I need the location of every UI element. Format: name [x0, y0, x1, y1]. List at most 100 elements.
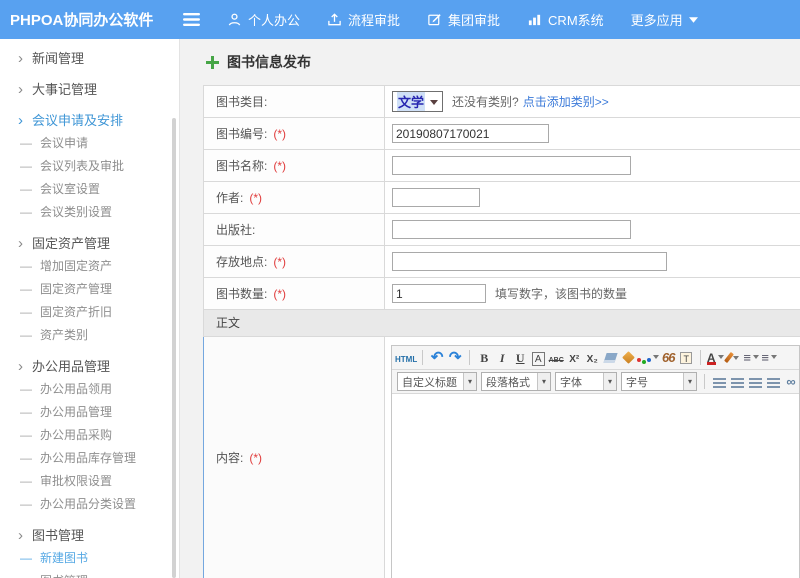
bold-icon[interactable]: B	[475, 348, 493, 368]
sidebar-sub-item[interactable]: —办公用品分类设置	[0, 493, 179, 516]
align-right-icon[interactable]	[746, 372, 764, 392]
paragraph-select[interactable]: 段落格式▾	[481, 372, 551, 391]
dash-icon: —	[20, 428, 32, 442]
flow-icon	[327, 12, 342, 27]
book-name-input[interactable]	[392, 156, 631, 175]
sidebar-item-label: 会议列表及审批	[40, 159, 124, 173]
sidebar-item-label: 大事记管理	[32, 82, 97, 97]
sidebar-sub-item[interactable]: —新建图书	[0, 547, 179, 570]
author-input[interactable]	[392, 188, 480, 207]
quantity-input[interactable]	[392, 284, 486, 303]
source-code-button[interactable]: HTML	[395, 348, 417, 368]
caret-down-icon: ▾	[683, 373, 696, 390]
body-section-header: 正文	[204, 310, 800, 337]
chart-icon	[527, 12, 542, 27]
subscript-icon[interactable]: X₂	[583, 348, 601, 368]
align-justify-icon[interactable]	[764, 372, 782, 392]
format-brush-icon[interactable]	[619, 348, 637, 368]
book-code-input[interactable]	[392, 124, 549, 143]
align-left-icon[interactable]	[710, 372, 728, 392]
font-family-select[interactable]: 字体▾	[555, 372, 617, 391]
sidebar-sub-item[interactable]: —会议列表及审批	[0, 155, 179, 178]
sidebar-sub-item[interactable]: —固定资产管理	[0, 278, 179, 301]
nav-item-personal-office[interactable]: 个人办公	[227, 10, 300, 29]
category-select[interactable]: 文学	[392, 91, 443, 112]
highlight-pen-icon[interactable]	[724, 348, 742, 368]
dash-icon: —	[20, 282, 32, 296]
publisher-input[interactable]	[392, 220, 631, 239]
sidebar-sub-item[interactable]: —增加固定资产	[0, 255, 179, 278]
sidebar-sub-item[interactable]: —图书管理	[0, 570, 179, 578]
sidebar-sub-item[interactable]: —会议类别设置	[0, 201, 179, 224]
sidebar-item-label: 办公用品管理	[40, 405, 112, 419]
sidebar-scrollbar[interactable]	[172, 118, 176, 578]
font-border-icon[interactable]: A	[529, 348, 547, 368]
sidebar: ›新闻管理›大事记管理›会议申请及安排—会议申请—会议列表及审批—会议室设置—会…	[0, 39, 180, 578]
topbar: PHPOA协同办公软件 个人办公流程审批集团审批CRM系统更多应用	[0, 0, 800, 39]
caret-down-icon: ▾	[537, 373, 550, 390]
sidebar-sub-item[interactable]: —办公用品库存管理	[0, 447, 179, 470]
sidebar-group-item[interactable]: › 固定资产管理	[0, 232, 179, 255]
superscript-icon[interactable]: X²	[565, 348, 583, 368]
sidebar-sub-item[interactable]: —办公用品管理	[0, 401, 179, 424]
editor-content-area[interactable]	[392, 394, 799, 578]
form-row-location: 存放地点:(*)	[204, 246, 800, 278]
ordered-list-icon[interactable]: ≡	[742, 348, 760, 368]
nav-item-crm-system[interactable]: CRM系统	[527, 10, 604, 29]
sidebar-group-item[interactable]: ›图书管理	[0, 524, 179, 547]
text-effect-icon[interactable]	[637, 348, 659, 368]
caret-down-icon	[771, 355, 777, 362]
required-marker: (*)	[273, 287, 286, 301]
dash-icon: —	[20, 259, 32, 273]
link-icon[interactable]	[782, 372, 799, 392]
align-center-icon[interactable]	[728, 372, 746, 392]
nav-item-more-apps[interactable]: 更多应用	[631, 10, 698, 29]
caret-down-icon	[430, 100, 438, 109]
redo-icon[interactable]: ↷	[446, 348, 464, 368]
sidebar-sub-item[interactable]: —办公用品领用	[0, 378, 179, 401]
editor-toolbar-row1: HTML↶↷BIUAABCX²X₂66TA≡≡	[392, 346, 799, 370]
sidebar-sub-item[interactable]: —资产类别	[0, 324, 179, 347]
top-nav: 个人办公 流程审批 集团审批 CRM系统 更多应用	[180, 10, 698, 29]
caret-down-icon	[718, 355, 724, 362]
sidebar-item-label: 固定资产管理	[32, 236, 110, 251]
location-input[interactable]	[392, 252, 667, 271]
eraser-icon[interactable]	[601, 348, 619, 368]
sidebar-group-item[interactable]: ›会议申请及安排	[0, 109, 179, 132]
font-color-icon[interactable]: A	[706, 348, 724, 368]
chevron-right-icon: ›	[18, 235, 23, 252]
toolbar-separator	[469, 350, 470, 365]
paste-plain-icon[interactable]: T	[677, 348, 695, 368]
sidebar-sub-item[interactable]: —办公用品采购	[0, 424, 179, 447]
font-size-select[interactable]: 字号▾	[621, 372, 697, 391]
sidebar-group-item[interactable]: ›大事记管理	[0, 78, 179, 101]
sidebar-group-item[interactable]: ›办公用品管理	[0, 355, 179, 378]
nav-item-workflow-approval[interactable]: 流程审批	[327, 10, 400, 29]
sidebar-item-label: 图书管理	[32, 528, 84, 543]
page-title-row: 图书信息发布	[180, 39, 800, 85]
nav-item-group-approval[interactable]: 集团审批	[427, 10, 500, 29]
sidebar-item-label: 审批权限设置	[40, 474, 112, 488]
book-form: 图书类目: 文学 还没有类别? 点击添加类别>> 图书编号:(*) 图书名称:(…	[203, 85, 800, 578]
sidebar-sub-item[interactable]: —固定资产折旧	[0, 301, 179, 324]
add-category-link[interactable]: 点击添加类别>>	[523, 93, 609, 110]
caret-down-icon	[733, 356, 739, 363]
required-marker: (*)	[273, 255, 286, 269]
sidebar-item-label: 办公用品库存管理	[40, 451, 136, 465]
undo-icon[interactable]: ↶	[428, 348, 446, 368]
sidebar-sub-item[interactable]: —会议室设置	[0, 178, 179, 201]
blockquote-icon[interactable]: 66	[659, 348, 677, 368]
sidebar-sub-item[interactable]: —审批权限设置	[0, 470, 179, 493]
italic-icon[interactable]: I	[493, 348, 511, 368]
sidebar-item-label: 固定资产折旧	[40, 305, 112, 319]
field-label: 图书数量:	[216, 285, 267, 302]
unordered-list-icon[interactable]: ≡	[760, 348, 778, 368]
nav-item-menu-toggle[interactable]	[183, 13, 200, 26]
sidebar-sub-item[interactable]: —会议申请	[0, 132, 179, 155]
dash-icon: —	[20, 136, 32, 150]
heading-select[interactable]: 自定义标题▾	[397, 372, 477, 391]
strikethrough-icon[interactable]: ABC	[547, 348, 565, 368]
underline-icon[interactable]: U	[511, 348, 529, 368]
sidebar-group-item[interactable]: ›新闻管理	[0, 47, 179, 70]
sidebar-item-label: 会议申请及安排	[32, 113, 123, 128]
